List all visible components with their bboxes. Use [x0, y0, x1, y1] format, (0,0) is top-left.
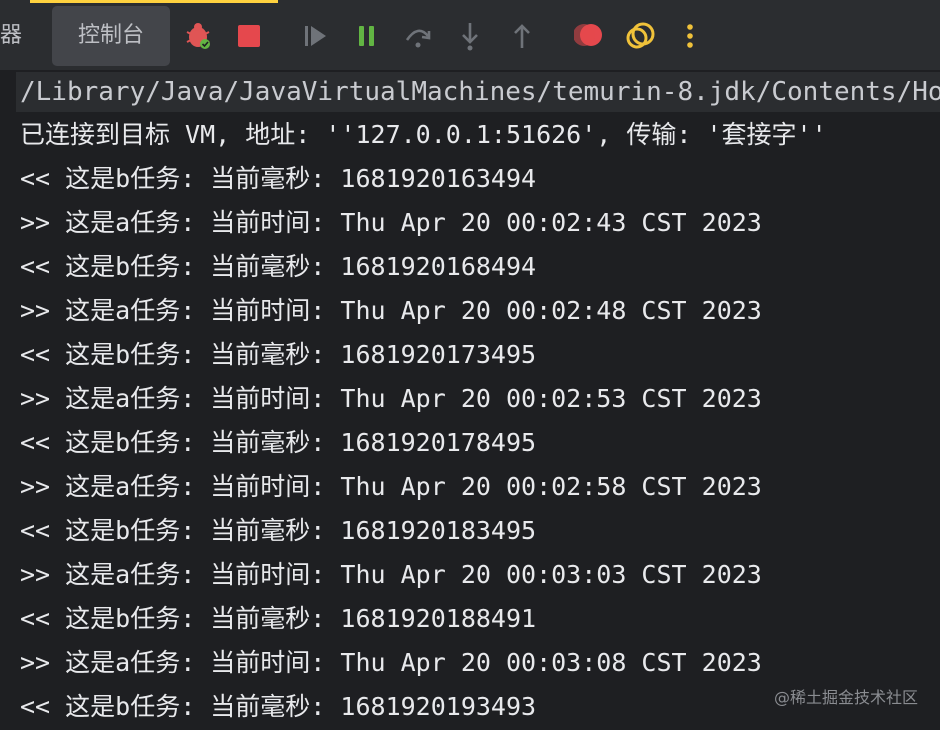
console-output[interactable]: /Library/Java/JavaVirtualMachines/temuri… [0, 70, 940, 730]
watermark: @稀土掘金技术社区 [773, 688, 918, 707]
log-line: << 这是b任务: 当前毫秒: 1681920188491 [20, 604, 537, 633]
debug-bug-icon[interactable] [184, 20, 212, 52]
log-line: << 这是b任务: 当前毫秒: 1681920183495 [20, 516, 537, 545]
log-line: << 这是b任务: 当前毫秒: 1681920173495 [20, 340, 537, 369]
log-line: << 这是b任务: 当前毫秒: 1681920168494 [20, 252, 537, 281]
step-into-icon[interactable] [456, 20, 484, 52]
stop-icon[interactable] [236, 20, 264, 52]
debug-toolbar: 器 控制台 [0, 0, 940, 70]
log-line: << 这是b任务: 当前毫秒: 1681920178495 [20, 428, 537, 457]
log-line: >> 这是a任务: 当前时间: Thu Apr 20 00:02:48 CST … [20, 296, 762, 325]
log-line: >> 这是a任务: 当前时间: Thu Apr 20 00:02:53 CST … [20, 384, 762, 413]
log-line: << 这是b任务: 当前毫秒: 1681920193493 [20, 692, 537, 721]
command-line: /Library/Java/JavaVirtualMachines/temuri… [16, 72, 940, 112]
tab-debugger[interactable]: 器 [0, 6, 30, 66]
mute-breakpoints-icon[interactable] [626, 20, 655, 52]
active-tab-indicator [30, 0, 278, 3]
tab-console[interactable]: 控制台 [52, 6, 170, 66]
log-line: >> 这是a任务: 当前时间: Thu Apr 20 00:03:03 CST … [20, 560, 762, 589]
log-line: << 这是b任务: 当前毫秒: 1681920163494 [20, 164, 537, 193]
log-line: >> 这是a任务: 当前时间: Thu Apr 20 00:02:43 CST … [20, 208, 762, 237]
pause-program-icon[interactable] [354, 20, 382, 52]
view-breakpoints-icon[interactable] [574, 20, 602, 52]
step-out-icon[interactable] [508, 20, 536, 52]
log-line: >> 这是a任务: 当前时间: Thu Apr 20 00:02:58 CST … [20, 472, 762, 501]
more-options-icon[interactable] [680, 20, 708, 52]
step-over-icon[interactable] [404, 20, 432, 52]
connection-message: 已连接到目标 VM, 地址: ''127.0.0.1:51626', 传输: '… [20, 120, 827, 149]
resume-program-icon[interactable] [302, 20, 330, 52]
log-line: >> 这是a任务: 当前时间: Thu Apr 20 00:03:08 CST … [20, 648, 762, 677]
